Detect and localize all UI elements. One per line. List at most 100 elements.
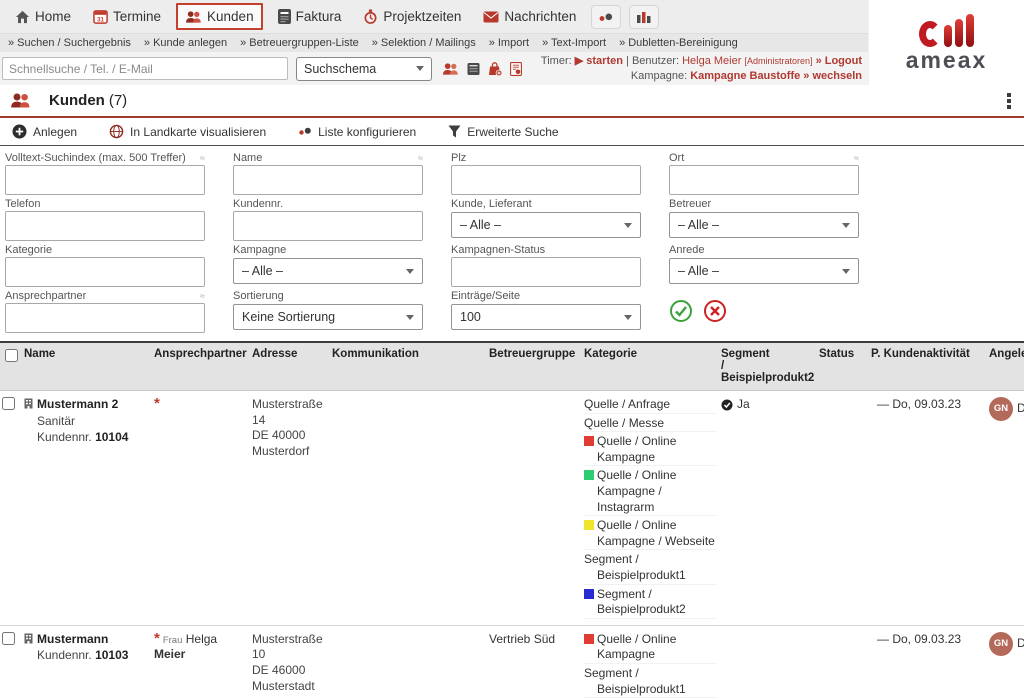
betreuer-value: – Alle –	[678, 218, 719, 232]
kampagnen-status-input[interactable]	[451, 257, 641, 287]
col-kategorie: Kategorie	[582, 343, 719, 390]
company-name: Mustermann 2	[37, 397, 128, 413]
status-cell	[817, 391, 869, 625]
liste-konfigurieren-button[interactable]: Liste konfigurieren	[298, 125, 416, 139]
anrede-select[interactable]: – Alle –	[669, 258, 859, 284]
home-icon	[15, 10, 30, 24]
telefon-input[interactable]	[5, 211, 205, 241]
reset-search-button[interactable]	[703, 299, 727, 323]
name-input[interactable]	[233, 165, 423, 195]
avatar: GN	[989, 397, 1013, 421]
crumb-import[interactable]: » Import	[489, 37, 529, 49]
col-status: Status	[817, 343, 869, 390]
row-checkbox[interactable]	[2, 397, 15, 410]
brand-name: ameax	[906, 49, 988, 72]
anrede-value: – Alle –	[678, 264, 719, 278]
ort-input[interactable]	[669, 165, 859, 195]
ansprechpartner-input[interactable]	[5, 303, 205, 333]
people-title-icon	[10, 92, 31, 109]
category-color-swatch	[584, 634, 594, 644]
contact-first-name: Helga	[186, 632, 217, 646]
category-color-swatch	[584, 436, 594, 446]
kategorie-input[interactable]	[5, 257, 205, 287]
category-color-swatch	[584, 520, 594, 530]
landkarte-label: In Landkarte visualisieren	[130, 125, 266, 139]
session-info: Timer: ▶ starten | Benutzer: Helga Meier…	[541, 54, 862, 84]
ort-label: Ort	[669, 152, 684, 164]
x-circle-icon	[703, 299, 727, 323]
topbar: Home 31 Termine Kunden Faktura Projektze…	[0, 0, 1024, 85]
nav-item-nachrichten[interactable]: Nachrichten	[476, 5, 583, 28]
add-order-button[interactable]	[488, 62, 502, 76]
nav-item-faktura[interactable]: Faktura	[271, 5, 349, 28]
anlegen-button[interactable]: Anlegen	[12, 124, 77, 139]
crumb-betreuergruppen[interactable]: » Betreuergruppen-Liste	[240, 37, 359, 49]
table-row-mustermann[interactable]: Mustermann Kundennr. 10103 *Frau Helga M…	[0, 626, 1024, 699]
table-header: Name Ansprechpartner Adresse Kommunikati…	[0, 341, 1024, 391]
betreuergruppe-cell	[487, 391, 582, 625]
logout-link[interactable]: » Logout	[816, 55, 862, 67]
invoice-terminal-icon	[278, 9, 291, 24]
kampagne-value: – Alle –	[242, 264, 283, 278]
campaign-switch-link[interactable]: » wechseln	[803, 70, 862, 82]
betreuer-label: Betreuer	[669, 198, 711, 210]
suchschema-select[interactable]: Suchschema	[296, 57, 432, 81]
erweiterte-suche-label: Erweiterte Suche	[467, 125, 558, 139]
kampagne-select[interactable]: – Alle –	[233, 258, 423, 284]
crumb-suchen[interactable]: » Suchen / Suchergebnis	[8, 37, 131, 49]
nav-label-termine: Termine	[113, 9, 161, 24]
betreuer-select[interactable]: – Alle –	[669, 212, 859, 238]
erweiterte-suche-button[interactable]: Erweiterte Suche	[448, 125, 558, 139]
row-checkbox[interactable]	[2, 632, 15, 645]
crumb-text-import[interactable]: » Text-Import	[542, 37, 606, 49]
company-subline: Sanitär	[37, 414, 128, 430]
nav-item-home[interactable]: Home	[8, 5, 78, 28]
kundennr-input[interactable]	[233, 211, 423, 241]
user-name[interactable]: Helga Meier	[682, 55, 741, 67]
plz-input[interactable]	[451, 165, 641, 195]
col-betreuergruppe: Betreuergruppe	[487, 343, 582, 390]
contact-last-name: Meier	[154, 647, 185, 661]
sortierung-select[interactable]: Keine Sortierung	[233, 304, 423, 330]
card-index-button[interactable]	[467, 62, 480, 76]
stopwatch-icon	[363, 9, 378, 24]
chart-button[interactable]	[629, 5, 659, 29]
anrede-label: Anrede	[669, 244, 704, 256]
plus-circle-icon	[12, 124, 27, 139]
landkarte-button[interactable]: In Landkarte visualisieren	[109, 124, 266, 139]
quick-search-input[interactable]	[2, 57, 288, 80]
invoice-doc-button[interactable]	[510, 62, 522, 76]
col-ansprechpartner: Ansprechpartner	[152, 343, 250, 390]
card-index-icon	[467, 62, 480, 76]
dots-toggle-button[interactable]	[591, 5, 621, 29]
kunde-lieferant-value: – Alle –	[460, 218, 501, 232]
kebab-menu-icon[interactable]	[1004, 90, 1014, 112]
sortierung-label: Sortierung	[233, 290, 284, 302]
volltext-input[interactable]	[5, 165, 205, 195]
quick-toolbar: Suchschema	[0, 52, 868, 85]
eintraege-select[interactable]: 100	[451, 304, 641, 330]
kategorie-label: Kategorie	[5, 244, 52, 256]
search-form: Volltext-Suchindex (max. 500 Treffer)≈ N…	[0, 145, 1024, 341]
submit-search-button[interactable]	[669, 299, 693, 323]
timer-start-link[interactable]: starten	[586, 55, 623, 67]
kommunikation-cell	[330, 626, 487, 699]
crumb-selektion[interactable]: » Selektion / Mailings	[372, 37, 476, 49]
select-all-checkbox[interactable]	[5, 349, 18, 362]
betreuergruppe-cell: Vertrieb Süd	[487, 626, 582, 699]
nav-label-home: Home	[35, 9, 71, 24]
sub-nav: » Suchen / Suchergebnis » Kunde anlegen …	[0, 33, 868, 52]
people-red-icon	[442, 62, 459, 76]
table-row-mustermann-2[interactable]: Mustermann 2 Sanitär Kundennr. 10104 * M…	[0, 391, 1024, 626]
chevron-down-icon	[624, 223, 632, 228]
sort-mini-icon: ≈	[200, 291, 205, 301]
funnel-icon	[448, 125, 461, 138]
nav-item-termine[interactable]: 31 Termine	[86, 5, 168, 28]
nav-item-kunden[interactable]: Kunden	[176, 3, 263, 30]
nav-item-projektzeiten[interactable]: Projektzeiten	[356, 5, 468, 28]
crumb-kunde-anlegen[interactable]: » Kunde anlegen	[144, 37, 227, 49]
crumb-dubletten[interactable]: » Dubletten-Bereinigung	[619, 37, 738, 49]
col-segment: Segment / Beispielprodukt2	[719, 343, 817, 390]
kunde-lieferant-select[interactable]: – Alle –	[451, 212, 641, 238]
add-contact-button[interactable]	[442, 62, 459, 76]
